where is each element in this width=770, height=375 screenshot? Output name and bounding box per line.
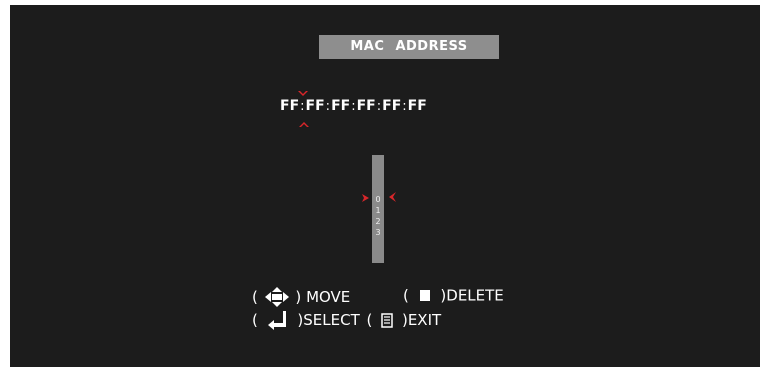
help-move: ( ) MOVE	[252, 287, 351, 307]
help-select-label: SELECT	[303, 311, 360, 329]
stop-square-icon	[419, 289, 430, 301]
menu-list-icon	[381, 313, 393, 328]
enter-return-icon	[267, 311, 286, 330]
selection-arrow-left-icon	[389, 192, 396, 202]
cursor-up-marker-icon	[299, 122, 309, 127]
digit-option[interactable]: 2	[372, 216, 384, 227]
digit-option[interactable]: 3	[372, 227, 384, 238]
help-exit-label: EXIT	[407, 311, 442, 329]
mac-octet-1[interactable]: FF	[280, 98, 299, 114]
digit-option[interactable]: 0	[372, 194, 384, 205]
help-select: ( )SELECT ( )EXIT	[252, 311, 442, 330]
dpad-arrows-icon	[264, 287, 289, 307]
mac-address-field[interactable]: FF:FF:FF:FF:FF:FF	[280, 98, 427, 114]
mac-octet-3[interactable]: FF	[331, 98, 350, 114]
osd-screen: MAC ADDRESS FF:FF:FF:FF:FF:FF 0 1 2 3 (	[10, 5, 760, 367]
cursor-down-marker-icon	[298, 91, 308, 96]
page-title: MAC ADDRESS	[319, 35, 499, 59]
digit-selector[interactable]: 0 1 2 3	[372, 155, 384, 263]
help-move-label: MOVE	[306, 288, 351, 306]
selection-arrow-right-icon	[362, 194, 369, 202]
help-delete: ( )DELETE	[403, 286, 504, 305]
mac-octet-2[interactable]: FF	[306, 98, 325, 114]
mac-octet-4[interactable]: FF	[357, 98, 376, 114]
help-delete-label: DELETE	[446, 286, 504, 305]
digit-option[interactable]: 1	[372, 205, 384, 216]
mac-octet-5[interactable]: FF	[382, 98, 401, 114]
mac-octet-6[interactable]: FF	[408, 98, 427, 114]
digit-list: 0 1 2 3	[372, 194, 384, 238]
